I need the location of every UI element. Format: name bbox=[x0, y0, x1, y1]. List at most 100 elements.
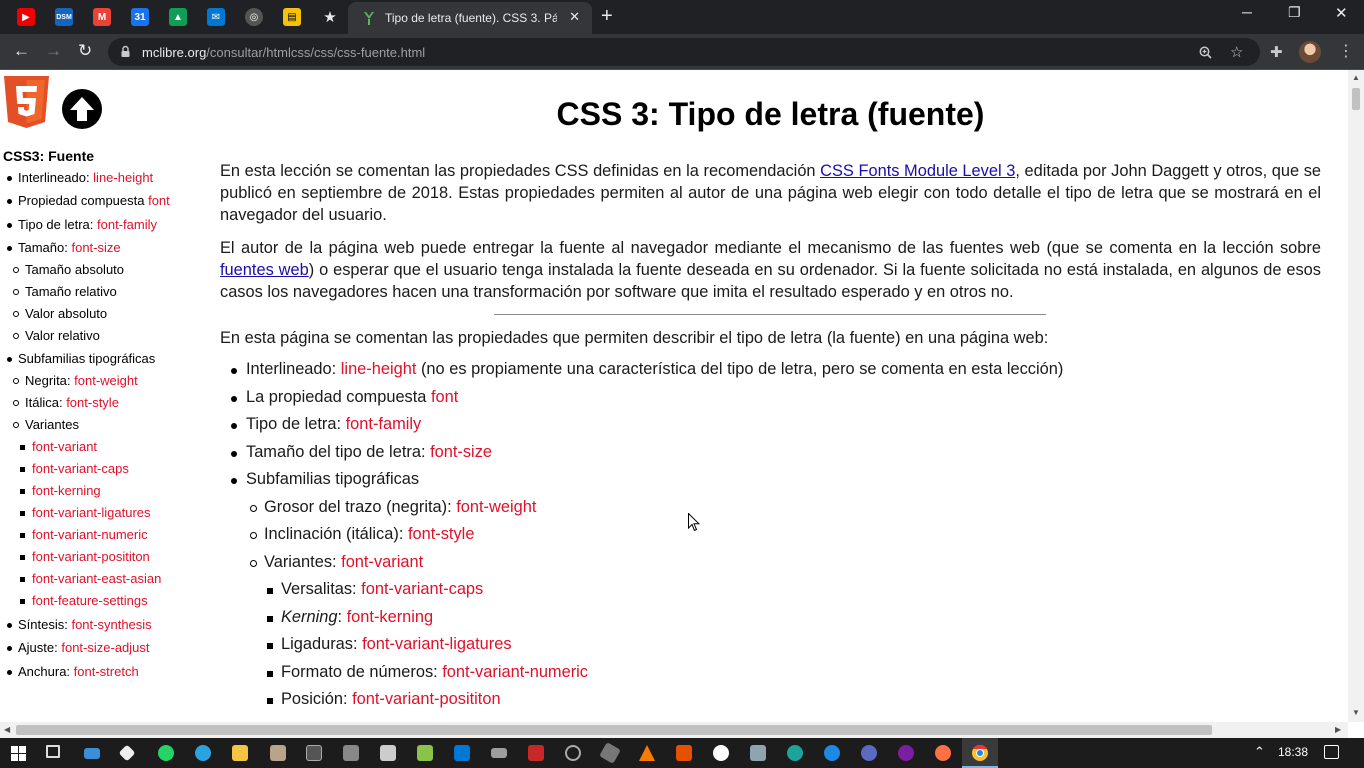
star-icon[interactable]: ★ bbox=[321, 8, 339, 26]
app-icon[interactable] bbox=[491, 748, 507, 758]
back-icon[interactable]: ← bbox=[13, 41, 30, 61]
internet-explorer-icon[interactable] bbox=[824, 745, 840, 761]
css-fonts-link[interactable]: CSS Fonts Module Level 3 bbox=[820, 162, 1015, 180]
forward-icon[interactable]: → bbox=[45, 41, 62, 61]
font-variant-numeric-link[interactable]: font-variant-numeric bbox=[442, 663, 588, 681]
new-tab-button[interactable]: + bbox=[601, 5, 613, 28]
zoom-icon[interactable] bbox=[1199, 46, 1212, 59]
minimize-icon[interactable]: ─ bbox=[1242, 4, 1252, 20]
notifications-icon[interactable] bbox=[1324, 745, 1339, 759]
filezilla-icon[interactable] bbox=[528, 745, 544, 761]
address-bar[interactable]: mclibre.org/consultar/htmlcss/css/css-fu… bbox=[108, 38, 1260, 66]
horizontal-scrollbar[interactable]: ◀ ▶ bbox=[0, 722, 1348, 738]
font-variant-caps-link[interactable]: font-variant-caps bbox=[361, 580, 483, 598]
font-style-link[interactable]: font-style bbox=[408, 525, 475, 543]
taskbar-clock[interactable]: 18:38 bbox=[1278, 745, 1308, 759]
font-variant-link[interactable]: font-variant bbox=[341, 553, 423, 571]
sidebar-item-tamano-absoluto[interactable]: Tamaño absoluto bbox=[12, 262, 124, 277]
sidebar-item-font-variant-east-asian[interactable]: font-variant-east-asian bbox=[19, 571, 161, 586]
html5-logo-icon[interactable] bbox=[4, 76, 49, 128]
browser-icon[interactable] bbox=[898, 745, 914, 761]
close-window-icon[interactable]: ✕ bbox=[1335, 4, 1348, 22]
keyboard-app-icon[interactable] bbox=[84, 748, 100, 759]
tab-close-icon[interactable]: ✕ bbox=[569, 9, 580, 25]
menu-icon[interactable]: ⋮ bbox=[1338, 41, 1354, 61]
scroll-right-icon[interactable]: ▶ bbox=[1335, 725, 1341, 734]
app-icon[interactable] bbox=[118, 744, 136, 762]
extensions-icon[interactable]: ✚ bbox=[1270, 43, 1283, 61]
browser-icon[interactable] bbox=[861, 745, 877, 761]
line-height-link[interactable]: line-height bbox=[341, 360, 417, 378]
chrome-taskbar-button[interactable] bbox=[962, 738, 998, 768]
vertical-scrollbar[interactable]: ▲ ▼ bbox=[1348, 70, 1364, 722]
chevron-up-icon[interactable]: ⌃ bbox=[1254, 744, 1265, 760]
font-family-link[interactable]: font-family bbox=[346, 415, 422, 433]
scroll-left-icon[interactable]: ◀ bbox=[4, 725, 10, 734]
app-icon[interactable] bbox=[599, 742, 621, 764]
restore-icon[interactable]: ❐ bbox=[1288, 4, 1301, 21]
font-size-link[interactable]: font-size bbox=[430, 443, 492, 461]
back-to-top-icon[interactable] bbox=[62, 89, 102, 129]
bookmark-star-icon[interactable]: ☆ bbox=[1230, 43, 1243, 61]
sidebar-item-variantes[interactable]: Variantes bbox=[13, 417, 79, 432]
sidebar-item-font-family[interactable]: Tipo de letra: font-family bbox=[7, 217, 157, 232]
xampp-icon[interactable] bbox=[676, 745, 692, 761]
app-icon[interactable] bbox=[750, 745, 766, 761]
vlc-icon[interactable] bbox=[639, 745, 655, 761]
sidebar-item-font-variant-position[interactable]: font-variant-posititon bbox=[20, 549, 150, 564]
sidebar-item-line-height[interactable]: Interlineado: line-height bbox=[6, 170, 153, 185]
telegram-icon[interactable] bbox=[195, 745, 211, 761]
sidebar-item-subfamilias[interactable]: Subfamilias tipográficas bbox=[6, 351, 155, 366]
sidebar-item-font-weight[interactable]: Negrita: font-weight bbox=[13, 373, 138, 388]
vscode-icon[interactable] bbox=[454, 745, 470, 761]
scrollbar-thumb[interactable] bbox=[1352, 88, 1360, 110]
terminal-icon[interactable] bbox=[306, 745, 322, 761]
app-icon[interactable] bbox=[270, 745, 286, 761]
app-icon[interactable] bbox=[343, 745, 359, 761]
scroll-down-icon[interactable]: ▼ bbox=[1352, 708, 1360, 717]
font-variant-position-link[interactable]: font-variant-posititon bbox=[352, 690, 501, 708]
scroll-up-icon[interactable]: ▲ bbox=[1352, 73, 1360, 82]
font-variant-ligatures-link[interactable]: font-variant-ligatures bbox=[362, 635, 511, 653]
calendar-icon[interactable]: 31 bbox=[131, 8, 149, 26]
firefox-icon[interactable] bbox=[935, 745, 951, 761]
reload-icon[interactable]: ↻ bbox=[78, 41, 92, 61]
gmail-icon[interactable]: M bbox=[93, 8, 111, 26]
sidebar-item-font-stretch[interactable]: Anchura: font-stretch bbox=[7, 664, 139, 679]
tab-active[interactable]: Tipo de letra (fuente). CSS 3. Pág ✕ bbox=[348, 2, 592, 34]
sidebar-item-font-variant-numeric[interactable]: font-variant-numeric bbox=[20, 527, 148, 542]
drive-icon[interactable]: ▲ bbox=[169, 8, 187, 26]
fuentes-web-link[interactable]: fuentes web bbox=[220, 261, 309, 279]
media-player-icon[interactable] bbox=[713, 745, 729, 761]
whatsapp-icon[interactable] bbox=[158, 745, 174, 761]
avatar[interactable] bbox=[1299, 41, 1321, 63]
task-view-icon[interactable] bbox=[46, 745, 60, 758]
windows-start-icon[interactable] bbox=[11, 746, 26, 761]
pinned-app-icon[interactable]: ◎ bbox=[245, 8, 263, 26]
youtube-icon[interactable]: ▶ bbox=[17, 8, 35, 26]
sidebar-item-valor-relativo[interactable]: Valor relativo bbox=[13, 328, 100, 343]
sidebar-item-font-size-adjust[interactable]: Ajuste: font-size-adjust bbox=[7, 640, 150, 655]
sidebar-item-font-variant-caps[interactable]: font-variant-caps bbox=[20, 461, 129, 476]
app-icon[interactable] bbox=[565, 745, 581, 761]
mail-icon[interactable]: ✉ bbox=[207, 8, 225, 26]
pinned-note-icon[interactable]: ▤ bbox=[283, 8, 301, 26]
scrollbar-thumb[interactable] bbox=[16, 725, 1212, 735]
sidebar-item-valor-absoluto[interactable]: Valor absoluto bbox=[12, 306, 107, 321]
font-weight-link[interactable]: font-weight bbox=[456, 498, 536, 516]
sidebar-item-font-feature-settings[interactable]: font-feature-settings bbox=[20, 593, 148, 608]
sidebar-item-font-size[interactable]: Tamaño: font-size bbox=[7, 240, 121, 255]
sidebar-item-font-variant[interactable]: font-variant bbox=[19, 439, 97, 454]
document-icon[interactable] bbox=[380, 745, 396, 761]
sidebar-item-font-synthesis[interactable]: Síntesis: font-synthesis bbox=[7, 617, 152, 632]
sidebar-item-font-style[interactable]: Itálica: font-style bbox=[13, 395, 119, 410]
sidebar-item-font-kerning[interactable]: font-kerning bbox=[20, 483, 101, 498]
edge-icon[interactable] bbox=[787, 745, 803, 761]
sidebar-item-font-variant-ligatures[interactable]: font-variant-ligatures bbox=[20, 505, 151, 520]
font-link[interactable]: font bbox=[431, 388, 458, 406]
file-explorer-icon[interactable] bbox=[232, 745, 248, 761]
notepad-icon[interactable] bbox=[417, 745, 433, 761]
pinned-site-icon[interactable]: DSM bbox=[55, 8, 73, 26]
sidebar-item-tamano-relativo[interactable]: Tamaño relativo bbox=[13, 284, 117, 299]
font-kerning-link[interactable]: font-kerning bbox=[347, 608, 434, 626]
